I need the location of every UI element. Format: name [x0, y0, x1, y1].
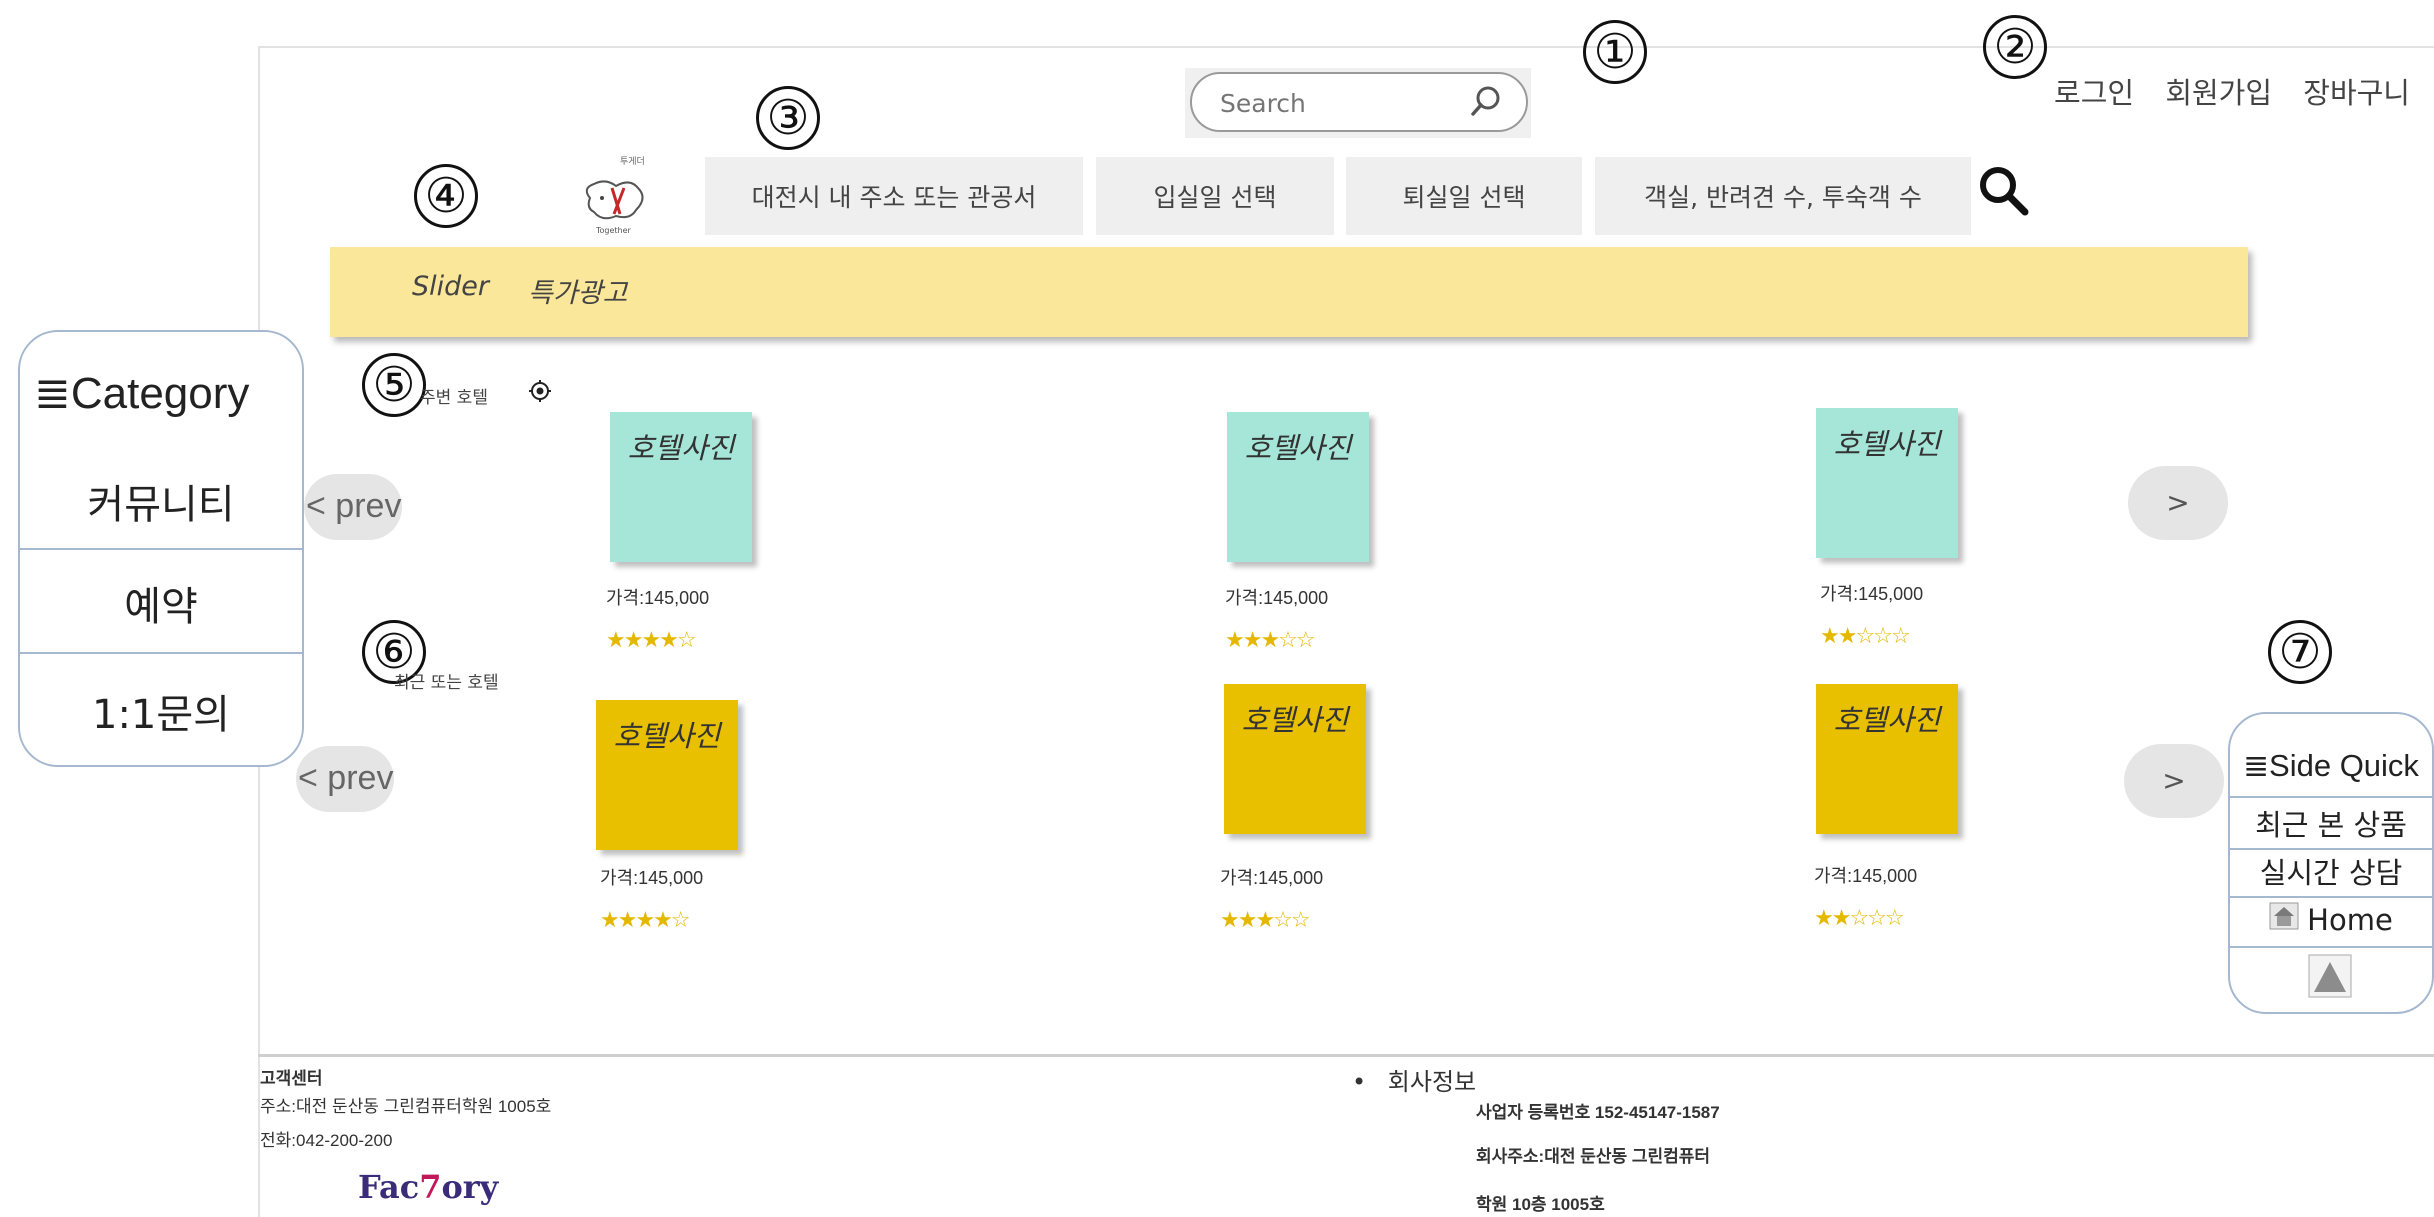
location-filter[interactable]: 대전시 내 주소 또는 관공서 — [705, 157, 1083, 235]
business-number: 사업자 등록번호 152-45147-1587 — [1476, 1103, 1720, 1122]
login-link[interactable]: 로그인 — [2054, 76, 2134, 110]
home-icon — [2269, 902, 2299, 937]
marker-3: ③ — [756, 86, 820, 150]
hotel-rating: ★★★☆☆ — [1220, 908, 1311, 933]
company-address-line-2: 학원 10층 1005호 — [1476, 1195, 1605, 1214]
account-links: 로그인 회원가입 장바구니 — [2032, 70, 2410, 112]
factory-logo-part: ory — [441, 1168, 499, 1206]
recent-viewed-link[interactable]: 최근 본 상품 — [2230, 802, 2432, 844]
category-panel: ≣Category 커뮤니티 예약 1:1문의 — [18, 330, 304, 767]
recent-prev-button[interactable]: < prev — [296, 746, 394, 812]
logo-text-bottom: Together — [596, 226, 631, 235]
page-frame-top — [258, 46, 2434, 48]
hotel-price: 가격:145,000 — [600, 868, 704, 888]
category-divider — [20, 548, 302, 550]
nearby-hotels-label: 주변 호텔 — [420, 388, 488, 408]
hotel-rating: ★★★★☆ — [606, 628, 697, 653]
home-label: Home — [2307, 902, 2393, 937]
company-address-line-1: 회사주소:대전 둔산동 그린컴퓨터 — [1476, 1147, 1711, 1166]
side-quick-divider — [2230, 946, 2432, 948]
home-link[interactable]: Home — [2230, 902, 2432, 937]
cart-link[interactable]: 장바구니 — [2303, 76, 2410, 110]
hotel-price: 가격:145,000 — [1820, 584, 1924, 604]
hotel-price: 가격:145,000 — [1225, 588, 1329, 608]
hotel-photo[interactable]: 호텔사진 — [1224, 684, 1366, 834]
marker-1: ① — [1583, 20, 1647, 84]
logo-text-top: 투게더 — [620, 157, 645, 167]
factory-logo-seven: 7 — [419, 1168, 442, 1206]
side-quick-title: ≣Side Quick — [2243, 748, 2419, 783]
hotel-rating: ★★★★☆ — [600, 908, 691, 933]
checkout-filter[interactable]: 퇴실일 선택 — [1346, 157, 1582, 235]
recent-hotels-label: 최근 또는 호텔 — [394, 673, 499, 693]
bullet-icon: • — [1352, 1068, 1367, 1096]
category-item-community[interactable]: 커뮤니티 — [20, 472, 302, 530]
hotel-photo[interactable]: 호텔사진 — [1816, 408, 1958, 558]
hotel-price: 가격:145,000 — [1814, 866, 1918, 886]
promo-banner[interactable]: Slider 특가광고 — [330, 247, 2248, 337]
factory-logo-part: Fac — [358, 1168, 420, 1206]
cs-address: 주소:대전 둔산동 그린컴퓨터학원 1005호 — [260, 1097, 552, 1116]
hotel-photo[interactable]: 호텔사진 — [610, 412, 752, 562]
hotel-rating: ★★☆☆☆ — [1820, 624, 1911, 649]
search-bar[interactable] — [1190, 72, 1528, 132]
banner-ad-label: 특가광고 — [528, 278, 628, 309]
company-info-title: 회사정보 — [1387, 1068, 1477, 1096]
guests-filter[interactable]: 객실, 반려견 수, 투숙객 수 — [1595, 157, 1971, 235]
cs-title: 고객센터 — [260, 1069, 323, 1088]
side-quick-divider — [2230, 896, 2432, 898]
search-icon[interactable] — [1468, 84, 1504, 124]
nearby-prev-button[interactable]: < prev — [304, 474, 402, 540]
company-info-heading: • 회사정보 — [1352, 1062, 1476, 1097]
cs-phone: 전화:042-200-200 — [260, 1131, 393, 1150]
hotel-price: 가격:145,000 — [1220, 868, 1324, 888]
side-quick-panel: ≣Side Quick 최근 본 상품 실시간 상담 Home — [2228, 712, 2434, 1014]
live-chat-link[interactable]: 실시간 상담 — [2230, 850, 2432, 892]
category-item-inquiry[interactable]: 1:1문의 — [20, 682, 302, 740]
marker-7: ⑦ — [2268, 620, 2332, 684]
recent-next-button[interactable]: > — [2124, 744, 2224, 818]
checkin-filter[interactable]: 입실일 선택 — [1096, 157, 1334, 235]
footer-divider — [258, 1054, 2434, 1057]
hotel-photo[interactable]: 호텔사진 — [1816, 684, 1958, 834]
search-input[interactable] — [1218, 84, 1452, 122]
hotel-photo[interactable]: 호텔사진 — [1227, 412, 1369, 562]
signup-link[interactable]: 회원가입 — [2165, 76, 2272, 110]
nearby-next-button[interactable]: > — [2128, 466, 2228, 540]
category-title[interactable]: ≣Category — [34, 368, 249, 419]
hotel-photo[interactable]: 호텔사진 — [596, 700, 738, 850]
marker-4: ④ — [414, 164, 478, 228]
filter-search-icon[interactable] — [1976, 163, 2032, 223]
site-logo[interactable]: 투게더 Together — [572, 157, 658, 238]
hotel-rating: ★★★☆☆ — [1225, 628, 1316, 653]
hotel-rating: ★★☆☆☆ — [1814, 906, 1905, 931]
banner-slider-label: Slider — [412, 271, 489, 302]
scroll-top-button[interactable] — [2308, 954, 2352, 1002]
marker-5: ⑤ — [362, 353, 426, 417]
factory-logo[interactable]: Fac7ory — [358, 1168, 498, 1206]
location-target-icon[interactable] — [528, 379, 552, 407]
hotel-price: 가격:145,000 — [606, 588, 710, 608]
category-item-reservation[interactable]: 예약 — [20, 574, 302, 632]
side-quick-divider — [2230, 796, 2432, 798]
category-divider — [20, 652, 302, 654]
